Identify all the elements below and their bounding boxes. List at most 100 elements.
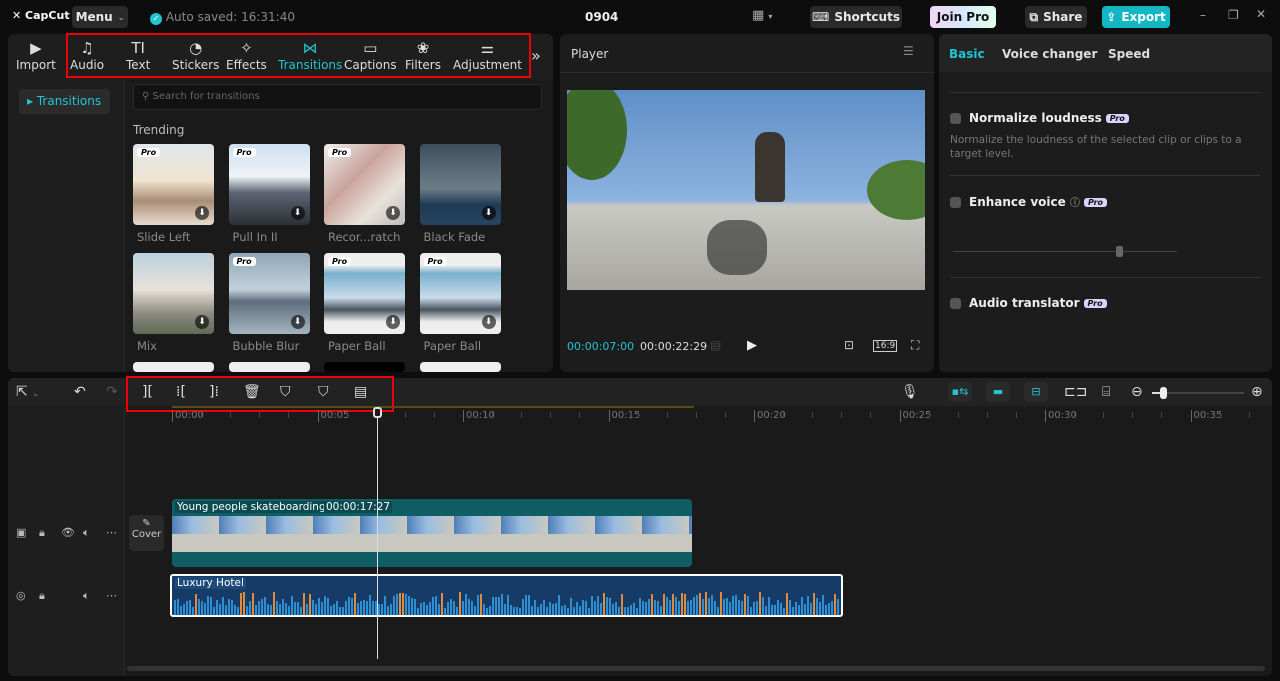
split-icon[interactable]: ][ — [142, 384, 153, 400]
linkage-button[interactable]: ⊟ — [1024, 382, 1048, 402]
waveform-bar — [648, 599, 650, 615]
download-icon[interactable]: ⬇ — [481, 206, 496, 220]
zoom-out-icon[interactable]: ⊖ — [1131, 384, 1143, 400]
waveform-bar — [807, 596, 809, 615]
waveform-bar — [285, 602, 287, 615]
normalize-checkbox[interactable] — [950, 113, 961, 124]
transition-thumbnail[interactable]: Pro ⬇ — [228, 144, 310, 225]
tab-captions[interactable]: ▭ Captions — [344, 38, 397, 72]
play-button[interactable]: ▶ — [747, 338, 757, 353]
select-tool-icon[interactable]: ⇱ ⌄ — [16, 384, 39, 400]
normalize-loudness-row[interactable]: Normalize loudness Pro — [950, 111, 1129, 125]
search-input[interactable]: ⚲ Search for transitions — [133, 84, 542, 110]
menu-button[interactable]: Menu ⌄ — [72, 6, 128, 28]
zoom-slider[interactable] — [1152, 387, 1244, 399]
tab-filters[interactable]: ❀ Filters — [405, 38, 441, 72]
maximize-icon[interactable]: ❐ — [1228, 8, 1239, 22]
tab-import[interactable]: ▶ Import — [16, 38, 56, 72]
transition-thumbnail[interactable]: Pro ⬇ — [324, 144, 405, 225]
export-button[interactable]: ⇪ Export — [1102, 6, 1170, 28]
download-icon[interactable]: ⬇ — [290, 315, 305, 329]
transition-thumbnail[interactable] — [324, 362, 405, 372]
more-icon[interactable]: ⋯ — [106, 526, 117, 539]
audio-translator-row[interactable]: Audio translator Pro — [950, 296, 1107, 310]
shortcuts-button[interactable]: ⌨ Shortcuts — [810, 6, 902, 28]
sidebar-item-transitions[interactable]: ▸ Transitions — [19, 89, 110, 114]
download-icon[interactable]: ⬇ — [386, 315, 400, 329]
zoom-fit-icon[interactable]: ⊡ — [844, 338, 854, 352]
transition-label: Black Fade — [423, 230, 486, 244]
transition-thumbnail[interactable]: Pro ⬇ — [324, 253, 405, 334]
share-button[interactable]: ⧉ Share — [1025, 6, 1087, 28]
tabs-more-icon[interactable]: » — [531, 46, 541, 65]
waveform-bar — [621, 593, 623, 615]
join-pro-button[interactable]: Join Pro — [930, 6, 996, 28]
visibility-icon[interactable]: 👁︎ — [61, 526, 75, 539]
timeline-grid-icon[interactable]: ▤ — [710, 338, 721, 352]
delete-icon[interactable]: 🗑︎ — [243, 384, 261, 400]
minimize-icon[interactable]: – — [1200, 8, 1206, 22]
marker-ai-icon[interactable]: ⛉ — [280, 384, 291, 400]
transition-thumbnail[interactable]: Pro ⬇ — [133, 144, 214, 225]
preview-axis-icon[interactable]: ⌸ — [1102, 384, 1110, 400]
audio-clip[interactable]: Luxury Hotel — [170, 574, 843, 617]
layout-icon[interactable]: ▦ ▾ — [752, 8, 772, 23]
marker-icon[interactable]: ⛉ — [318, 384, 329, 400]
transition-thumbnail[interactable]: Pro ⬇ — [419, 253, 501, 334]
waveform-bar — [798, 605, 800, 615]
zoom-slider-thumb[interactable] — [1160, 387, 1167, 399]
slider-thumb[interactable] — [1116, 246, 1123, 257]
volume-icon[interactable]: 🔈︎ — [83, 526, 90, 540]
download-icon[interactable]: ⬇ — [195, 315, 209, 329]
player-menu-icon[interactable]: ☰ — [903, 44, 914, 58]
playhead[interactable] — [372, 407, 382, 659]
auto-snap-button[interactable]: ▬ — [986, 382, 1010, 402]
microphone-icon[interactable]: 🎙︎ — [901, 384, 919, 400]
tab-transitions[interactable]: ⋈ Transitions — [278, 38, 342, 72]
volume-icon[interactable]: 🔈︎ — [83, 589, 90, 603]
fullscreen-icon[interactable]: ⛶ — [911, 338, 919, 353]
transition-thumbnail[interactable]: ⬇ — [133, 253, 214, 334]
tab-voice-changer[interactable]: Voice changer — [1002, 47, 1097, 61]
tab-audio[interactable]: ♫ Audio — [70, 38, 104, 72]
remove-caption-icon[interactable]: ▤ — [354, 384, 367, 400]
translator-checkbox[interactable] — [950, 298, 961, 309]
download-icon[interactable]: ⬇ — [386, 206, 400, 220]
video-clip[interactable]: Young people skateboarding 00:00:17:27 — [172, 499, 692, 567]
tab-text[interactable]: TI Text — [126, 38, 150, 72]
enhance-voice-row[interactable]: Enhance voice ⓘ Pro — [950, 194, 1108, 209]
close-icon[interactable]: ✕ — [1256, 7, 1266, 21]
ruler-tick — [666, 412, 668, 418]
download-icon[interactable]: ⬇ — [195, 206, 209, 220]
tab-basic[interactable]: Basic — [949, 47, 985, 61]
transition-thumbnail[interactable]: ⬇ — [419, 144, 501, 225]
aspect-ratio-button[interactable]: 16:9 — [873, 340, 898, 352]
waveform-bar — [561, 605, 563, 615]
transition-thumbnail[interactable] — [133, 362, 214, 372]
horizontal-scrollbar[interactable] — [127, 666, 1265, 671]
download-icon[interactable]: ⬇ — [481, 315, 496, 329]
split-right-icon[interactable]: ]⁞ — [209, 384, 219, 400]
more-icon[interactable]: ⋯ — [106, 589, 117, 602]
transition-thumbnail[interactable] — [228, 362, 310, 372]
intensity-slider[interactable] — [953, 246, 1177, 257]
enhance-checkbox[interactable] — [950, 197, 961, 208]
split-left-icon[interactable]: ⁞[ — [176, 384, 186, 400]
undo-icon[interactable]: ↶ — [74, 384, 86, 400]
tree — [867, 160, 925, 220]
split-preview-icon[interactable]: ⊏⊐ — [1064, 384, 1087, 400]
waveform-bar — [417, 607, 419, 615]
tab-effects[interactable]: ✧ Effects — [226, 38, 267, 72]
tab-speed[interactable]: Speed — [1108, 47, 1150, 61]
main-track-magnet-button[interactable]: ▪⇆ — [948, 382, 972, 402]
cover-button[interactable]: ✎ Cover — [129, 515, 164, 551]
transition-label: Recor...ratch — [328, 230, 401, 244]
lock-icon[interactable]: 🔒︎ — [39, 589, 45, 603]
tab-stickers[interactable]: ◔ Stickers — [172, 38, 219, 72]
tab-adjustment[interactable]: ⚌ Adjustment — [453, 38, 522, 72]
download-icon[interactable]: ⬇ — [290, 206, 305, 220]
transition-thumbnail[interactable] — [419, 362, 501, 372]
zoom-in-icon[interactable]: ⊕ — [1251, 384, 1263, 400]
transition-thumbnail[interactable]: Pro ⬇ — [228, 253, 310, 334]
lock-icon[interactable]: 🔒︎ — [39, 526, 45, 540]
